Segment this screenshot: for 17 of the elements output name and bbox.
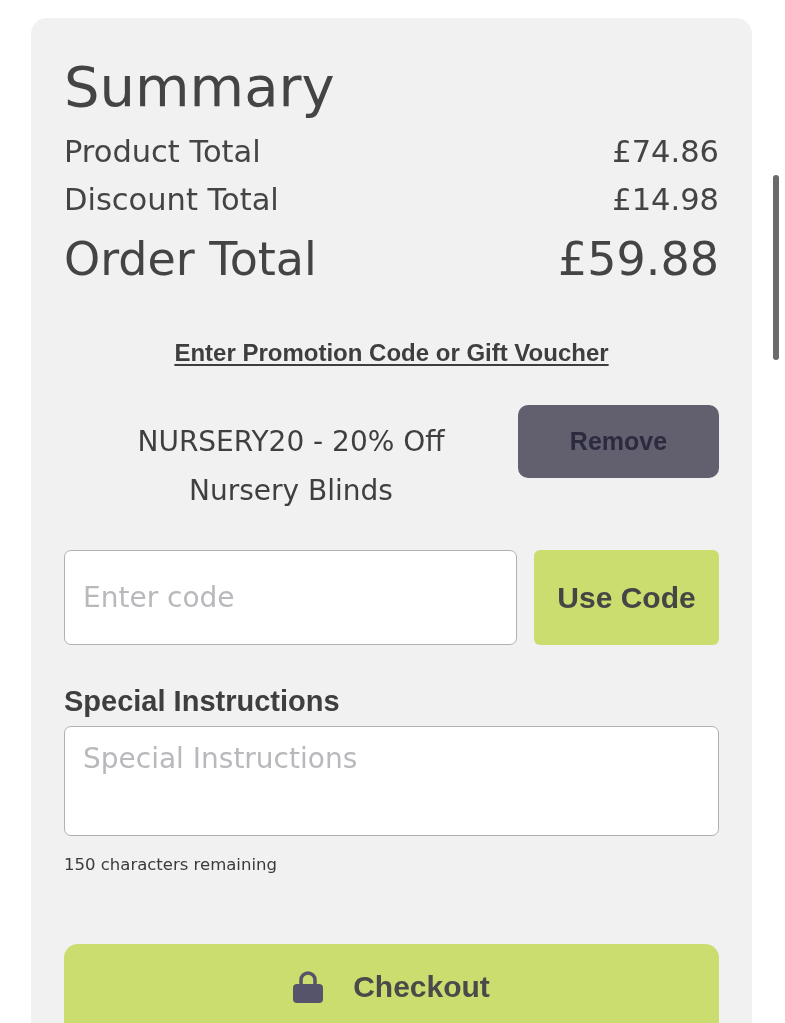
summary-label: Discount Total	[64, 181, 279, 219]
instructions-label: Special Instructions	[64, 684, 340, 719]
character-counter: 150 characters remaining	[64, 854, 277, 876]
summary-amount: £14.98	[612, 181, 719, 219]
summary-title: Summary	[64, 54, 336, 120]
code-input-field[interactable]: Enter code	[64, 550, 517, 645]
instructions-field[interactable]: Special Instructions	[64, 726, 719, 836]
scrollbar-thumb[interactable]	[773, 175, 779, 360]
applied-promo-text: NURSERY20 - 20% Off Nursery Blinds	[136, 424, 446, 509]
use-code-button[interactable]: Use Code	[534, 550, 719, 645]
checkout-button[interactable]: Checkout	[64, 944, 719, 1023]
order-total-amount: £59.88	[558, 231, 719, 288]
summary-amount: £74.86	[612, 133, 719, 171]
lock-icon	[293, 970, 324, 1003]
order-total-label: Order Total	[64, 231, 317, 288]
summary-label: Product Total	[64, 133, 261, 171]
promo-code-link[interactable]: Enter Promotion Code or Gift Voucher	[174, 339, 609, 366]
